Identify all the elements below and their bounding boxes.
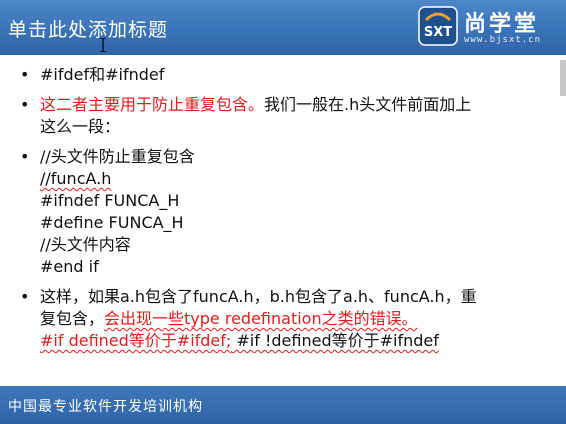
code-line: //头文件防止重复包含: [40, 146, 195, 168]
brand-name: 尚学堂: [464, 12, 540, 37]
bullet-line: 这样，如果a.h包含了funcA.h，b.h包含了a.h、funcA.h，重: [40, 286, 477, 308]
text-span: 这样，如果a.h包含了funcA.h，b.h包含了a.h、funcA.h，重: [40, 287, 477, 306]
text-span: #if !defined等价于#ifndef: [231, 331, 439, 350]
text-cursor-icon: [100, 38, 106, 52]
brand-logo: SXT 尚学堂 www.bjsxt.cn: [418, 4, 564, 52]
text-span: #define FUNCA_H: [40, 213, 184, 232]
bullet-line: #if defined等价于#ifdef; #if !defined等价于#if…: [40, 330, 439, 352]
text-span: #ifndef FUNCA_H: [40, 191, 180, 210]
slide-footer: 中国最专业软件开发培训机构: [0, 386, 566, 424]
text-span: 复包含，: [40, 309, 105, 328]
footer-slogan: 中国最专业软件开发培训机构: [8, 399, 203, 415]
text-span: //funcA.h: [40, 169, 112, 188]
bullet-line: 这二者主要用于防止重复包含。我们一般在.h头文件前面加上: [40, 94, 471, 116]
bullet-line: 这么一段：: [40, 116, 120, 138]
logo-mark-text: SXT: [424, 25, 452, 40]
code-line: #define FUNCA_H: [40, 212, 184, 234]
slide-title[interactable]: 单击此处添加标题: [8, 15, 168, 42]
text-span: 这么一段：: [40, 117, 121, 136]
text-span: //头文件防止重复包含: [40, 147, 195, 166]
scrollbar-thumb[interactable]: [560, 60, 566, 96]
text-span: //头文件内容: [40, 235, 131, 254]
code-line: //funcA.h: [40, 168, 111, 190]
bullet-marker: •: [20, 95, 30, 114]
code-line: #end if: [40, 256, 99, 278]
highlight-span: 这二者主要用于防止重复包含。: [40, 95, 265, 114]
slide: 单击此处添加标题 SXT 尚学堂 www.bjsxt.cn • #ifdef和#…: [0, 0, 566, 424]
text-span: 我们一般在.h头文件前面加上: [264, 95, 472, 114]
text-span: #ifdef和#ifndef: [40, 65, 165, 84]
sxt-logo-icon: SXT: [418, 6, 458, 46]
brand-url: www.bjsxt.cn: [464, 35, 542, 45]
bullet-line: #ifdef和#ifndef: [40, 64, 164, 86]
highlight-span: #if defined等价于#ifdef;: [40, 331, 232, 350]
bullet-marker: •: [20, 147, 30, 166]
code-line: //头文件内容: [40, 234, 131, 256]
text-span: #end if: [40, 257, 99, 276]
bullet-line: 复包含，会出现一些type redefination之类的错误。: [40, 308, 418, 330]
slide-body[interactable]: • #ifdef和#ifndef • 这二者主要用于防止重复包含。我们一般在.h…: [0, 58, 566, 378]
code-line: #ifndef FUNCA_H: [40, 190, 179, 212]
slide-header: 单击此处添加标题 SXT 尚学堂 www.bjsxt.cn: [0, 0, 566, 55]
bullet-marker: •: [20, 287, 30, 306]
highlight-span: 会出现一些type redefination之类的错误。: [104, 309, 418, 328]
bullet-marker: •: [20, 65, 30, 84]
